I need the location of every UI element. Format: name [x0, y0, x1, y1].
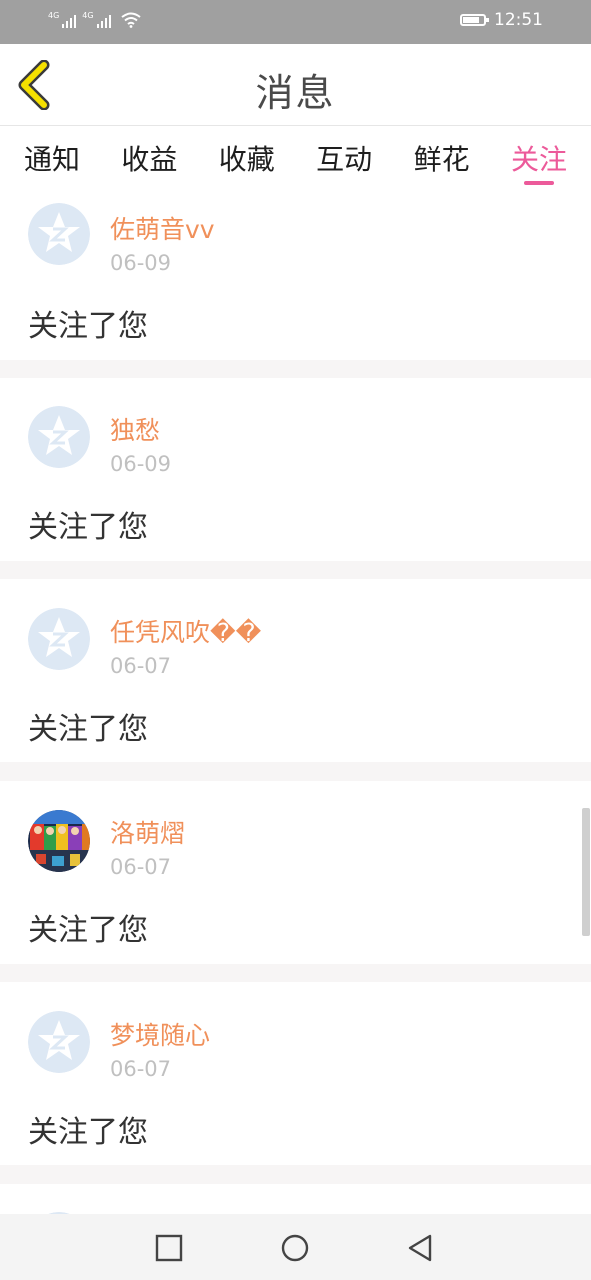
- tab-flowers[interactable]: 鲜花: [414, 126, 470, 188]
- username[interactable]: 梦境随心: [110, 1016, 210, 1052]
- tab-label: 互动: [316, 143, 373, 176]
- clock: 12:51: [494, 10, 543, 30]
- avatar[interactable]: [28, 406, 90, 468]
- user-photo-avatar: [28, 810, 90, 872]
- message-date: 06-09: [110, 251, 172, 275]
- category-tabs: 通知 收益 收藏 互动 鲜花 关注: [0, 126, 591, 188]
- list-item[interactable]: 独愁 06-09 关注了您: [0, 378, 591, 561]
- battery-icon: [460, 14, 489, 26]
- message-list[interactable]: 佐萌音vv 06-09 关注了您 独愁 06-09 关注了您 任凭风吹�� 06…: [0, 188, 591, 1214]
- cell-signal-icon: 4G: [48, 11, 77, 28]
- message-text: 关注了您: [28, 712, 148, 747]
- default-avatar-icon: [28, 203, 90, 265]
- list-item[interactable]: 梦境随心 06-07 关注了您: [0, 982, 591, 1165]
- back-triangle-icon: [408, 1234, 432, 1262]
- back-nav-button[interactable]: [405, 1233, 435, 1263]
- message-date: 06-07: [110, 1057, 172, 1081]
- cell-signal-icon: 4G: [82, 11, 111, 28]
- message-text: 关注了您: [28, 913, 148, 948]
- message-date: 06-07: [110, 654, 172, 678]
- message-text: 关注了您: [28, 1115, 148, 1150]
- home-icon: [281, 1234, 309, 1262]
- tab-favorites[interactable]: 收藏: [219, 126, 275, 188]
- tab-label: 通知: [24, 143, 81, 176]
- avatar[interactable]: [28, 810, 90, 872]
- username[interactable]: 独愁: [110, 411, 160, 447]
- message-date: 06-09: [110, 452, 172, 476]
- list-item[interactable]: [0, 1184, 591, 1214]
- username[interactable]: 任凭风吹��: [110, 613, 261, 649]
- network-type-label: 4G: [48, 11, 60, 20]
- tab-interactions[interactable]: 互动: [316, 126, 372, 188]
- default-avatar-icon: [28, 406, 90, 468]
- default-avatar-icon: [28, 608, 90, 670]
- message-date: 06-07: [110, 855, 172, 879]
- wifi-icon: [120, 12, 141, 28]
- message-text: 关注了您: [28, 309, 148, 344]
- avatar[interactable]: [28, 608, 90, 670]
- status-bar: 4G 4G 12:51: [0, 0, 591, 44]
- signal-indicators: 4G 4G: [48, 12, 141, 28]
- tab-label: 关注: [510, 143, 567, 176]
- home-button[interactable]: [280, 1233, 310, 1263]
- network-type-label: 4G: [82, 11, 94, 20]
- tab-earnings[interactable]: 收益: [121, 126, 177, 188]
- message-text: 关注了您: [28, 510, 148, 545]
- tab-label: 收益: [121, 143, 178, 176]
- default-avatar-icon: [28, 1011, 90, 1073]
- tab-label: 鲜花: [413, 143, 470, 176]
- list-item[interactable]: 洛萌熠 06-07 关注了您: [0, 781, 591, 964]
- page-title: 消息: [255, 71, 336, 115]
- system-nav-bar: [0, 1214, 591, 1280]
- recent-apps-button[interactable]: [154, 1233, 184, 1263]
- list-item[interactable]: 任凭风吹�� 06-07 关注了您: [0, 579, 591, 762]
- active-tab-indicator: [523, 181, 554, 185]
- avatar[interactable]: [28, 203, 90, 265]
- tab-notifications[interactable]: 通知: [24, 126, 80, 188]
- tab-follows[interactable]: 关注: [511, 126, 567, 188]
- username[interactable]: 洛萌熠: [110, 814, 185, 850]
- scrollbar[interactable]: [582, 808, 590, 936]
- tab-label: 收藏: [218, 143, 275, 176]
- list-item[interactable]: 佐萌音vv 06-09 关注了您: [0, 188, 591, 360]
- recent-apps-icon: [155, 1234, 183, 1262]
- username[interactable]: 佐萌音vv: [110, 210, 215, 246]
- avatar[interactable]: [28, 1011, 90, 1073]
- title-bar: 消息: [0, 44, 591, 126]
